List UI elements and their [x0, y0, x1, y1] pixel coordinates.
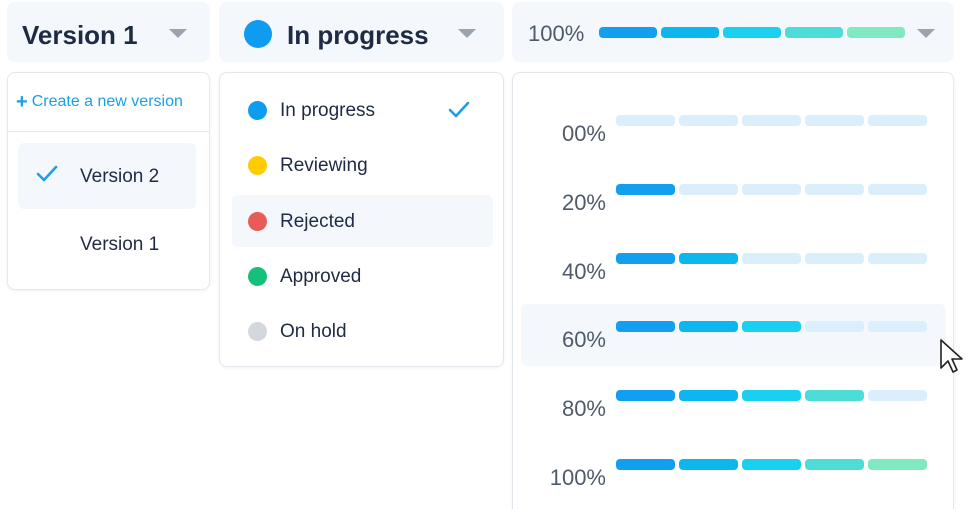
progress-segment: [785, 27, 843, 38]
progress-menu-item[interactable]: 40%: [521, 236, 946, 298]
progress-bar: [599, 27, 905, 38]
progress-menu-item[interactable]: 20%: [521, 167, 946, 229]
progress-segment: [805, 459, 864, 470]
progress-segment: [679, 459, 738, 470]
checkmark-icon: [446, 97, 472, 123]
progress-bar: [616, 390, 927, 402]
progress-segment: [616, 390, 675, 402]
progress-segment: [616, 321, 675, 333]
progress-menu-item[interactable]: 100%: [521, 442, 946, 504]
chevron-down-icon[interactable]: [917, 29, 935, 38]
progress-bar: [616, 252, 927, 264]
progress-segment: [805, 321, 864, 333]
progress-segment: [679, 115, 738, 126]
progress-menu-item-label: 80%: [561, 396, 606, 422]
status-dot-icon: [244, 20, 272, 48]
status-menu-item[interactable]: In progress: [232, 84, 493, 136]
progress-segment: [868, 183, 927, 195]
status-menu-item-label: Rejected: [280, 210, 355, 232]
progress-menu-item-label: 40%: [561, 258, 606, 284]
status-dot-icon: [248, 266, 267, 286]
progress-bar: [616, 115, 927, 126]
version-menu-item[interactable]: Version 2: [18, 143, 196, 209]
status-menu-item-label: Approved: [280, 265, 362, 287]
progress-segment: [742, 252, 801, 264]
version-selected-label: Version 1: [22, 20, 138, 50]
progress-segment: [679, 390, 738, 402]
progress-segment: [742, 115, 801, 126]
progress-menu: 00% 20% 40% 60% 80% 100%: [512, 72, 954, 509]
progress-segment: [616, 183, 675, 195]
progress-segment: [805, 183, 864, 195]
progress-segment: [616, 459, 675, 470]
progress-segment: [868, 321, 927, 333]
status-menu-item[interactable]: Approved: [232, 250, 493, 302]
status-menu-item-label: On hold: [280, 321, 347, 343]
progress-segment: [742, 459, 801, 470]
plus-icon: +: [16, 91, 28, 113]
version-menu-item-label: Version 1: [80, 234, 160, 255]
status-dot-icon: [248, 211, 267, 231]
progress-segment: [847, 27, 905, 38]
status-dot-icon: [248, 156, 267, 176]
progress-segment: [723, 27, 781, 38]
menu-divider: [8, 131, 209, 132]
progress-segment: [599, 27, 657, 38]
progress-segment: [679, 252, 738, 264]
status-selected-label: In progress: [287, 20, 429, 50]
progress-segment: [679, 321, 738, 333]
progress-bar: [616, 183, 927, 195]
progress-bar: [616, 459, 927, 470]
status-dot-icon: [248, 322, 267, 342]
status-menu-item[interactable]: Reviewing: [232, 139, 493, 191]
status-menu-item-label: Reviewing: [280, 155, 368, 177]
mouse-cursor-icon: [940, 339, 963, 373]
progress-menu-item[interactable]: 00%: [521, 98, 946, 160]
status-menu-item[interactable]: On hold: [232, 305, 493, 357]
status-menu: In progress Reviewing Rejected Approved On h…: [219, 72, 504, 367]
checkmark-icon: [34, 161, 60, 187]
status-dot-icon: [248, 101, 267, 120]
progress-segment: [868, 115, 927, 126]
progress-segment: [868, 459, 927, 470]
progress-segment: [742, 390, 801, 402]
status-menu-item[interactable]: Rejected: [232, 194, 493, 247]
status-menu-item-label: In progress: [280, 100, 376, 121]
create-version-button[interactable]: + Create a new version: [16, 91, 183, 114]
progress-segment: [805, 252, 864, 264]
progress-menu-item-label: 60%: [561, 327, 606, 353]
version-menu: + Create a new version Version 2 Version 1: [7, 72, 210, 290]
progress-segment: [616, 252, 675, 264]
progress-menu-item-label: 100%: [549, 465, 606, 490]
progress-segment: [868, 252, 927, 264]
progress-dropdown[interactable]: 100%: [512, 2, 954, 62]
progress-segment: [868, 390, 927, 402]
progress-segment: [742, 183, 801, 195]
progress-segment: [679, 183, 738, 195]
version-menu-item[interactable]: Version 1: [18, 211, 196, 277]
progress-segment: [805, 390, 864, 402]
progress-segment: [742, 321, 801, 333]
chevron-down-icon[interactable]: [169, 29, 187, 38]
progress-selected-label: 100%: [528, 21, 585, 46]
create-version-label: Create a new version: [31, 93, 183, 110]
progress-segment: [661, 27, 719, 38]
progress-segment: [616, 115, 675, 126]
progress-menu-item[interactable]: 60%: [521, 304, 946, 367]
status-dropdown[interactable]: In progress: [219, 2, 504, 62]
progress-menu-item[interactable]: 80%: [521, 373, 946, 435]
chevron-down-icon[interactable]: [458, 29, 476, 38]
progress-menu-item-label: 20%: [561, 189, 606, 215]
version-dropdown[interactable]: Version 1: [7, 2, 210, 62]
progress-menu-item-label: 00%: [561, 121, 606, 146]
progress-bar: [616, 321, 927, 333]
version-menu-item-label: Version 2: [80, 166, 160, 187]
progress-segment: [805, 115, 864, 126]
